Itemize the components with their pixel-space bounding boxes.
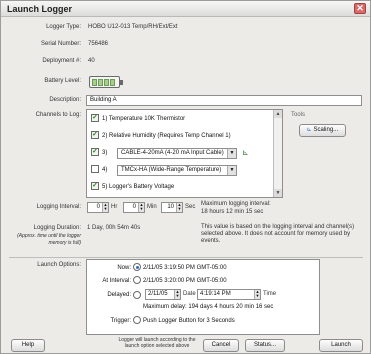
time-label: Time (263, 291, 277, 297)
launch-now-label: Now: (117, 265, 131, 271)
dialog-title: Launch Logger (7, 4, 72, 14)
channel-4-sensor-select[interactable]: TMCx-HA (Wide-Range Temperature) ▼ (117, 165, 237, 176)
launch-interval-value: 2/11/05 3:20:00 PM GMT-05:00 (143, 278, 227, 284)
deployment-label: Deployment #: (42, 58, 81, 64)
deployment-value: 40 (88, 58, 95, 64)
spinner-arrows-icon[interactable]: ▲ ▼ (174, 290, 180, 299)
help-button[interactable]: Help (11, 339, 45, 352)
interval-seconds-value: 10 (167, 204, 174, 210)
checkbox-checked-icon[interactable]: ✓ (91, 148, 99, 157)
launch-logger-dialog: Launch Logger ✕ Logger Type: HOBO U12-01… (0, 0, 371, 354)
spinner-arrows-icon[interactable]: ▲ ▼ (138, 203, 144, 212)
launch-note: Logger will launch according to the laun… (118, 337, 196, 349)
launch-trigger-label: Trigger: (110, 318, 131, 324)
channel-row-5[interactable]: ✓ 5) Logger's Battery Voltage (91, 181, 174, 195)
scroll-down-icon[interactable]: ▼ (274, 189, 282, 197)
description-label: Description: (49, 97, 81, 103)
channel-label: Relative Humidity (Requires Temp Channel… (109, 133, 231, 139)
delayed-date-value: 2/11/05 (148, 291, 168, 297)
channel-label: CABLE-4-20mA (4-20 mA Input Cable) (121, 150, 224, 156)
channel-row-2[interactable]: ✓ 2) Relative Humidity (Requires Temp Cha… (91, 130, 231, 144)
launch-interval-option[interactable]: 2/11/05 3:20:00 PM GMT-05:00 (133, 276, 227, 286)
logging-duration-note: This value is based on the logging inter… (201, 224, 355, 244)
channel-number: 4) (102, 167, 108, 173)
delayed-time-input[interactable]: 4:19:14 PM ▲ ▼ (197, 289, 261, 300)
launch-interval-label: At Interval: (102, 278, 131, 284)
radio-unselected-icon[interactable] (133, 276, 141, 285)
checkbox-checked-icon[interactable]: ✓ (91, 182, 99, 191)
launch-options-label: Launch Options: (37, 262, 81, 268)
channel-number: 3) (102, 150, 108, 156)
serial-number-label: Serial Number: (40, 41, 81, 47)
channel-number: 5) (102, 184, 108, 190)
launch-now-option[interactable]: 2/11/05 3:19:50 PM GMT-05:00 (133, 263, 227, 273)
status-button[interactable]: Status... (245, 339, 285, 352)
channel-number: 1) (102, 116, 108, 122)
channels-list: ✓ 1) Temperature 10K Thermistor ✓ 2) Relat… (86, 109, 283, 198)
scaling-applied-icon: ⊾ (242, 148, 249, 157)
launch-button[interactable]: Launch (319, 339, 363, 352)
logger-type-value: HOBO U12-013 Temp/RH/Ext/Ext (88, 24, 178, 30)
channels-label: Channels to Log: (35, 112, 81, 118)
logging-interval-label: Logging Interval: (36, 204, 81, 210)
close-icon[interactable]: ✕ (354, 3, 366, 14)
interval-seconds-input[interactable]: 10 ▲ ▼ (161, 202, 183, 213)
divider (9, 257, 363, 258)
launch-delayed-label: Delayed: (107, 292, 131, 298)
channel-row-3[interactable]: ✓ 3) (91, 147, 107, 161)
launch-options-box: Now: 2/11/05 3:19:50 PM GMT-05:00 At Int… (86, 259, 320, 335)
serial-number-value: 756486 (88, 41, 109, 47)
cancel-button[interactable]: Cancel (203, 339, 239, 352)
spinner-arrows-icon[interactable]: ▲ ▼ (176, 203, 182, 212)
channel-3-sensor-select[interactable]: CABLE-4-20mA (4-20 mA Input Cable) ▼ (117, 148, 237, 159)
max-interval-value: 18 hours 12 min 15 sec (201, 209, 264, 215)
channel-row-4[interactable]: 4) (91, 164, 107, 178)
radio-selected-icon[interactable] (133, 263, 141, 272)
interval-minutes-input[interactable]: 0 ▲ ▼ (123, 202, 145, 213)
scaling-icon: ⊾ (306, 127, 312, 133)
channel-label: Logger's Battery Voltage (109, 184, 175, 190)
checkbox-checked-icon[interactable]: ✓ (91, 114, 99, 123)
max-interval-text: Maximum logging interval: (201, 201, 271, 207)
minutes-unit: Min (147, 204, 157, 210)
channel-row-1[interactable]: ✓ 1) Temperature 10K Thermistor (91, 113, 185, 127)
launch-now-value: 2/11/05 3:19:50 PM GMT-05:00 (143, 265, 227, 271)
spinner-arrows-icon[interactable]: ▲ ▼ (102, 203, 108, 212)
delayed-time-value: 4:19:14 PM (200, 291, 231, 297)
seconds-unit: Sec (185, 204, 196, 210)
logging-duration-label: Logging Duration: (33, 225, 81, 231)
tools-label: Tools (291, 112, 306, 118)
chevron-down-icon: ▼ (227, 166, 236, 175)
interval-hours-value: 0 (96, 204, 100, 210)
channels-scrollbar[interactable]: ▲ ▼ (273, 110, 282, 197)
launch-trigger-option[interactable]: Push Logger Button for 3 Seconds (133, 316, 235, 326)
logging-duration-sublabel: (Approx. time until the logger memory is… (17, 233, 81, 246)
scaling-button[interactable]: ⊾ Scaling... (299, 124, 346, 137)
interval-minutes-value: 0 (132, 204, 136, 210)
launch-trigger-value: Push Logger Button for 3 Seconds (143, 318, 235, 324)
spinner-arrows-icon[interactable]: ▲ ▼ (254, 290, 260, 299)
channel-label: TMCx-HA (Wide-Range Temperature) (121, 167, 222, 173)
scroll-up-icon[interactable]: ▲ (274, 110, 282, 118)
description-input[interactable]: Building A (86, 95, 362, 106)
checkbox-unchecked-icon[interactable] (91, 165, 99, 174)
battery-level-label: Battery Level: (44, 78, 81, 84)
date-label: Date (183, 291, 196, 297)
interval-hours-input[interactable]: 0 ▲ ▼ (87, 202, 109, 213)
channel-number: 2) (102, 133, 108, 139)
radio-unselected-icon[interactable] (133, 316, 141, 325)
logging-duration-value: 1 Day, 00h 54m 40s (87, 225, 141, 231)
radio-unselected-icon[interactable] (133, 291, 141, 299)
max-delay-text: Maximum delay: 194 days 4 hours 20 min 1… (143, 304, 274, 310)
chevron-down-icon: ▼ (227, 149, 236, 158)
hours-unit: Hr (111, 204, 118, 210)
scaling-button-label: Scaling... (313, 127, 339, 133)
logger-type-label: Logger Type: (46, 24, 81, 30)
battery-level-icon (89, 76, 123, 88)
checkbox-checked-icon[interactable]: ✓ (91, 131, 99, 140)
title-bar: Launch Logger ✕ (1, 1, 370, 17)
channel-label: Temperature 10K Thermistor (108, 116, 186, 122)
delayed-date-input[interactable]: 2/11/05 ▲ ▼ (145, 289, 181, 300)
